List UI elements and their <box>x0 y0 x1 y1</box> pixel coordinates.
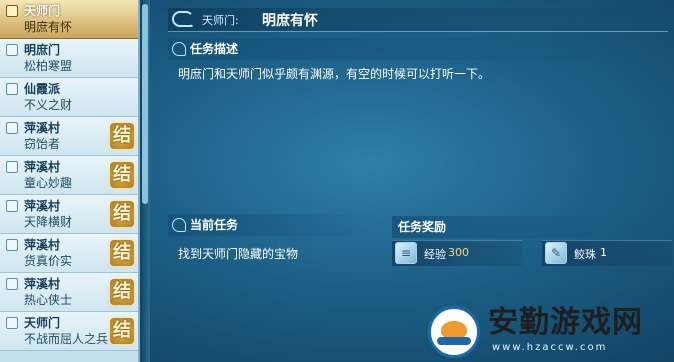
reward-title: 任务奖励 <box>398 220 447 234</box>
quest-item[interactable]: 萍溪村 天降横财 结 <box>0 195 138 234</box>
feather-icon: ✎ <box>545 242 567 264</box>
quest-bullet-icon <box>6 317 18 329</box>
quest-bullet-icon <box>6 44 18 56</box>
watermark-text: 安勤游戏网 <box>488 305 643 340</box>
quest-name: 不义之财 <box>24 98 73 112</box>
quest-item[interactable]: 萍溪村 窃饴者 结 <box>0 117 138 156</box>
quest-complete-badge: 结 <box>110 162 134 188</box>
reward-value: 1 <box>600 246 607 259</box>
quest-bullet-icon <box>6 83 18 95</box>
reward-item-pearl[interactable]: ✎ 鲛珠 1 <box>542 240 672 266</box>
quest-bullet-icon <box>6 278 18 290</box>
cloud-icon <box>172 11 194 27</box>
quest-item[interactable]: 萍溪村 热心侠士 结 <box>0 273 138 312</box>
watermark-url: www.hzaccw.com <box>492 342 608 353</box>
cloud-icon <box>172 42 186 56</box>
current-task-text: 找到天师门隐藏的宝物 <box>178 247 299 261</box>
quest-name: 松柏寒盟 <box>24 59 73 73</box>
quest-item[interactable]: 天师门 不战而屈人之兵 结 <box>0 312 138 351</box>
reward-item-exp[interactable]: ≡ 经验 300 <box>392 240 522 266</box>
current-task-title: 当前任务 <box>190 218 239 232</box>
quest-list: 天师门 明庶有怀 明庶门 松柏寒盟 仙霞派 不义之财 萍溪村 窃饴者 结 萍溪村… <box>0 0 140 362</box>
site-watermark: 安勤游戏网 www.hzaccw.com <box>418 302 674 362</box>
description-title: 任务描述 <box>190 42 239 56</box>
quest-bullet-icon <box>6 161 18 173</box>
reward-list: ≡ 经验 300 ✎ 鲛珠 1 <box>388 238 672 268</box>
quest-item[interactable]: 天师门 明庶有怀 <box>0 0 138 39</box>
quest-bullet-icon <box>6 200 18 212</box>
reward-label: 经验 <box>424 248 446 261</box>
quest-bullet-icon <box>6 122 18 134</box>
quest-complete-badge: 结 <box>110 201 134 227</box>
quest-location: 仙霞派 <box>24 82 61 96</box>
quest-complete-badge: 结 <box>110 279 134 305</box>
quest-title-bar: 天师门: 明庶有怀 <box>168 8 668 32</box>
quest-list-scrollbar[interactable] <box>140 0 150 362</box>
quest-name: 明庶有怀 <box>24 20 73 34</box>
quest-location: 天师门 <box>24 4 61 18</box>
reward-label: 鲛珠 <box>574 248 596 261</box>
quest-location: 明庶门 <box>24 43 61 57</box>
quest-item[interactable]: 明庶门 松柏寒盟 <box>0 39 138 78</box>
title-quest-name: 明庶有怀 <box>262 13 318 29</box>
current-task-header: 当前任务 <box>168 214 378 236</box>
title-location: 天师门: <box>202 14 239 27</box>
quest-item[interactable]: 仙霞派 不义之财 <box>0 78 138 117</box>
quest-item[interactable]: 萍溪村 童心妙趣 结 <box>0 156 138 195</box>
scrollbar-thumb[interactable] <box>142 4 148 204</box>
quest-bullet-icon <box>6 239 18 251</box>
description-header: 任务描述 <box>168 38 648 60</box>
quest-complete-badge: 结 <box>110 318 134 344</box>
reward-value: 300 <box>448 246 469 259</box>
quest-complete-badge: 结 <box>110 123 134 149</box>
cloud-icon <box>172 218 186 232</box>
quest-complete-badge: 结 <box>110 240 134 266</box>
scroll-icon: ≡ <box>395 242 417 264</box>
quest-bullet-icon <box>6 5 18 17</box>
description-text: 明庶门和天师门似乎颇有渊源，有空的时候可以打听一下。 <box>178 67 491 81</box>
reward-header: 任务奖励 <box>392 216 666 238</box>
site-logo-icon <box>428 306 480 358</box>
quest-item[interactable]: 萍溪村 货真价实 结 <box>0 234 138 273</box>
